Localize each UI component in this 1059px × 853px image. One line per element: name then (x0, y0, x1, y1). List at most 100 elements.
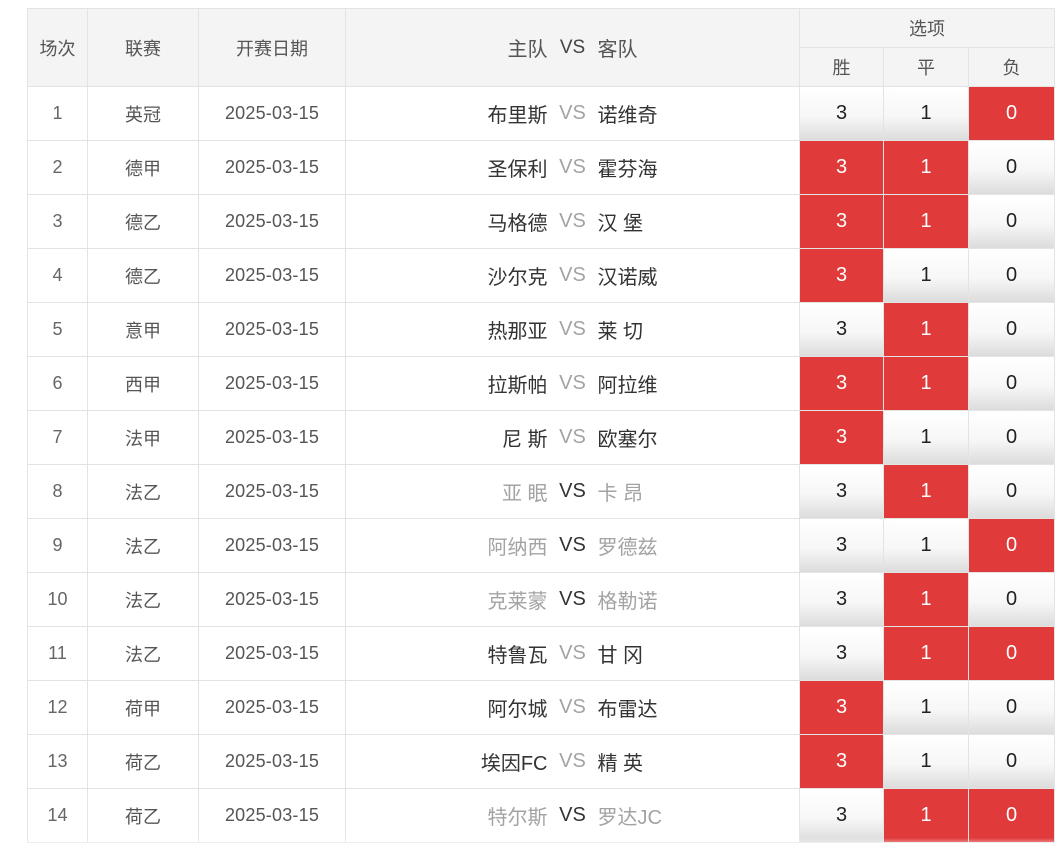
match-date: 2025-03-15 (198, 518, 346, 573)
option-win-button[interactable]: 3 (800, 411, 883, 464)
option-draw-button[interactable]: 1 (884, 249, 968, 302)
option-draw-button[interactable]: 1 (884, 465, 968, 518)
option-draw-button[interactable]: 1 (884, 789, 968, 842)
opt-draw-cell: 1 (883, 86, 969, 141)
home-team: 阿纳西 (487, 537, 548, 559)
opt-lose-cell: 0 (967, 734, 1056, 789)
option-lose-button[interactable]: 0 (969, 249, 1055, 302)
option-draw-button[interactable]: 1 (884, 141, 968, 194)
option-win-button[interactable]: 3 (800, 573, 883, 626)
opt-draw-cell: 1 (883, 194, 969, 249)
match-teams: 马格德 VS 汉 堡 (345, 194, 800, 249)
option-draw-button[interactable]: 1 (884, 573, 968, 626)
away-team: 甘 冈 (597, 645, 644, 667)
vs-label: VS (559, 264, 586, 286)
opt-win-cell: 3 (799, 302, 884, 357)
option-lose-button[interactable]: 0 (969, 735, 1055, 788)
opt-draw-cell: 1 (883, 788, 969, 843)
opt-win-cell: 3 (799, 518, 884, 573)
league-name: 英冠 (87, 86, 199, 141)
league-name: 意甲 (87, 302, 199, 357)
option-lose-button[interactable]: 0 (969, 465, 1055, 518)
option-draw-button[interactable]: 1 (884, 519, 968, 572)
home-team: 克莱蒙 (487, 591, 548, 613)
option-draw-button[interactable]: 1 (884, 627, 968, 680)
vs-label: VS (559, 642, 586, 664)
table-row: 12 荷甲 2025-03-15 阿尔城 VS 布雷达 3 1 0 (27, 680, 1056, 735)
league-name: 德乙 (87, 194, 199, 249)
option-draw-button[interactable]: 1 (884, 195, 968, 248)
table-row: 6 西甲 2025-03-15 拉斯帕 VS 阿拉维 3 1 0 (27, 356, 1056, 411)
table-row: 8 法乙 2025-03-15 亚 眠 VS 卡 昂 310 (27, 464, 1056, 519)
option-lose-button[interactable]: 0 (969, 519, 1055, 572)
opt-lose-cell: 0 (967, 464, 1056, 519)
league-name: 荷甲 (87, 680, 199, 735)
header-match: 主队 VS 客队 (345, 8, 800, 87)
option-draw-button[interactable]: 1 (884, 357, 968, 410)
header-opt-draw: 平 (883, 47, 969, 87)
vs-label: VS (559, 426, 586, 448)
table-row: 9 法乙 2025-03-15 阿纳西 VS 罗德兹 3 1 0 (27, 518, 1056, 573)
league-name: 法乙 (87, 572, 199, 627)
table-row: 11 法乙 2025-03-15 特鲁瓦 VS 甘 冈 310 (27, 626, 1056, 681)
option-win-button[interactable]: 3 (800, 627, 883, 680)
match-date: 2025-03-15 (198, 734, 346, 789)
option-draw-button[interactable]: 1 (884, 735, 968, 788)
match-teams: 圣保利 VS 霍芬海 (345, 140, 800, 195)
option-win-button[interactable]: 3 (800, 303, 883, 356)
opt-draw-cell: 1 (883, 518, 969, 573)
option-lose-button[interactable]: 0 (969, 87, 1055, 140)
option-win-button[interactable]: 3 (800, 141, 883, 194)
away-team: 格勒诺 (597, 591, 658, 613)
match-index: 6 (27, 356, 88, 411)
option-draw-button[interactable]: 1 (884, 681, 968, 734)
option-draw-button[interactable]: 1 (884, 87, 968, 140)
option-win-button[interactable]: 3 (800, 681, 883, 734)
option-win-button[interactable]: 3 (800, 735, 883, 788)
match-date: 2025-03-15 (198, 680, 346, 735)
match-teams: 沙尔克 VS 汉诺威 (345, 248, 800, 303)
option-lose-button[interactable]: 0 (969, 411, 1055, 464)
opt-draw-cell: 1 (883, 356, 969, 411)
option-lose-button[interactable]: 0 (969, 303, 1055, 356)
table-row: 1 英冠 2025-03-15 布里斯 VS 诺维奇 3 1 0 (27, 86, 1056, 141)
option-draw-button[interactable]: 1 (884, 303, 968, 356)
option-lose-button[interactable]: 0 (969, 357, 1055, 410)
away-team: 霍芬海 (597, 159, 658, 181)
match-date: 2025-03-15 (198, 410, 346, 465)
option-lose-button[interactable]: 0 (969, 681, 1055, 734)
opt-draw-cell: 1 (883, 734, 969, 789)
home-team: 特尔斯 (487, 807, 548, 829)
option-win-button[interactable]: 3 (800, 249, 883, 302)
home-team: 尼 斯 (501, 429, 548, 451)
opt-draw-cell: 1 (883, 302, 969, 357)
match-date: 2025-03-15 (198, 194, 346, 249)
match-index: 13 (27, 734, 88, 789)
option-lose-button[interactable]: 0 (969, 789, 1055, 842)
option-win-button[interactable]: 3 (800, 465, 883, 518)
table-row: 4 德乙 2025-03-15 沙尔克 VS 汉诺威 3 1 0 (27, 248, 1056, 303)
option-lose-button[interactable]: 0 (969, 195, 1055, 248)
option-win-button[interactable]: 3 (800, 357, 883, 410)
match-table: 场次 联赛 开赛日期 主队 VS 客队 选项 胜 平 负 1 英冠 2025-03-… (27, 8, 1056, 843)
option-lose-button[interactable]: 0 (969, 141, 1055, 194)
option-win-button[interactable]: 3 (800, 789, 883, 842)
option-lose-button[interactable]: 0 (969, 573, 1055, 626)
option-win-button[interactable]: 3 (800, 195, 883, 248)
opt-win-cell: 3 (799, 86, 884, 141)
league-name: 法乙 (87, 518, 199, 573)
header-opt-win: 胜 (799, 47, 884, 87)
match-index: 9 (27, 518, 88, 573)
vs-label: VS (559, 534, 586, 556)
opt-win-cell: 3 (799, 734, 884, 789)
opt-lose-cell: 0 (967, 356, 1056, 411)
vs-label: VS (559, 372, 586, 394)
opt-lose-cell: 0 (967, 140, 1056, 195)
match-index: 14 (27, 788, 88, 843)
match-table-container: 场次 联赛 开赛日期 主队 VS 客队 选项 胜 平 负 1 英冠 2025-03-… (27, 8, 1059, 843)
table-row: 3 德乙 2025-03-15 马格德 VS 汉 堡310 (27, 194, 1056, 249)
option-lose-button[interactable]: 0 (969, 627, 1055, 680)
option-draw-button[interactable]: 1 (884, 411, 968, 464)
option-win-button[interactable]: 3 (800, 87, 883, 140)
option-win-button[interactable]: 3 (800, 519, 883, 572)
